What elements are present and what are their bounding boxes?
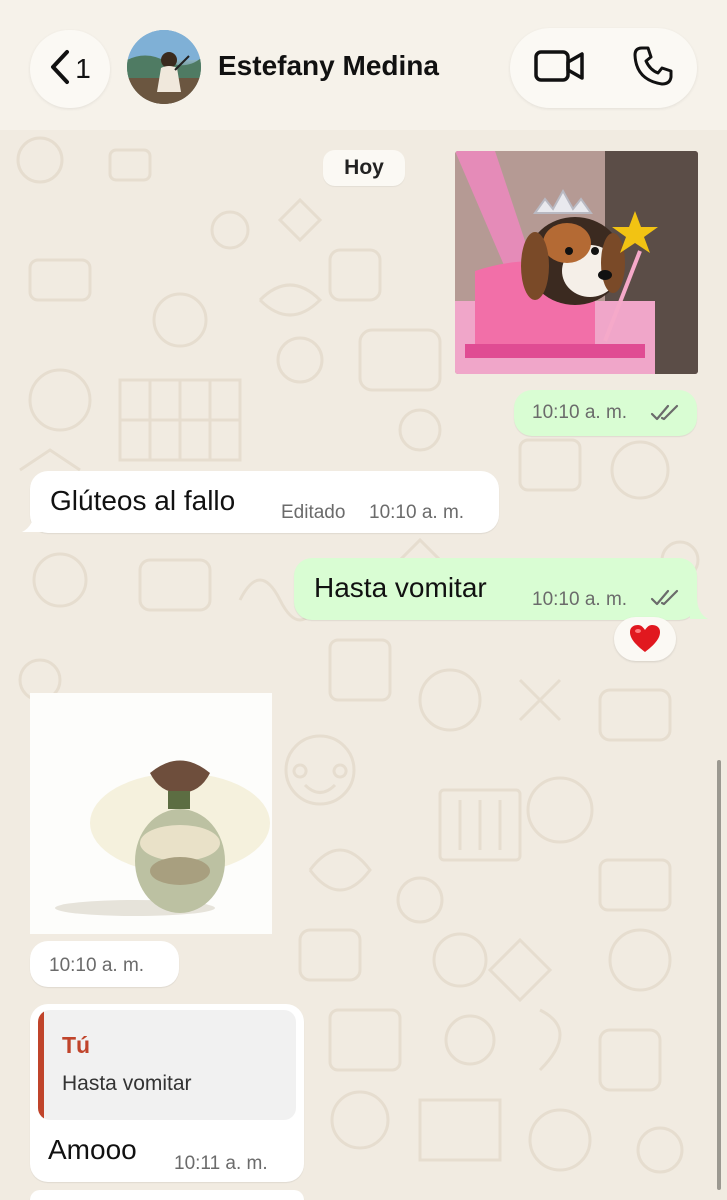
- outgoing-message-bubble[interactable]: Hasta vomitar 10:10 a. m.: [294, 558, 697, 620]
- message-text: Hasta vomitar: [314, 572, 487, 603]
- date-separator: Hoy: [323, 150, 405, 186]
- quoted-text: Hasta vomitar: [62, 1072, 192, 1095]
- contact-avatar[interactable]: [127, 30, 201, 104]
- unread-count: 1: [75, 53, 91, 84]
- back-button[interactable]: 1: [30, 30, 110, 108]
- message-time: 10:10 a. m.: [532, 402, 628, 423]
- message-time: 10:10 a. m.: [532, 589, 628, 610]
- edited-label: Editado: [281, 502, 346, 523]
- reaction-badge[interactable]: [614, 617, 676, 661]
- heart-emoji: [630, 625, 660, 652]
- quote-accent-bar: [38, 1010, 44, 1120]
- message-text: Amooo: [48, 1134, 137, 1165]
- voice-call-button[interactable]: [628, 46, 678, 90]
- scrollbar[interactable]: [717, 760, 721, 1190]
- video-camera-icon: [534, 48, 586, 89]
- message-time: 10:10 a. m.: [49, 955, 145, 976]
- quoted-message[interactable]: Tú Hasta vomitar: [38, 1010, 296, 1120]
- chevron-left-icon: [49, 49, 71, 90]
- call-actions: [510, 28, 697, 108]
- phone-icon: [632, 45, 674, 92]
- quoted-author: Tú: [62, 1032, 91, 1058]
- message-text: Glúteos al fallo: [50, 485, 236, 516]
- sticker-image: [30, 693, 272, 934]
- double-check-icon: [650, 589, 680, 612]
- message-time: 10:10 a. m.: [369, 502, 465, 523]
- message-time: 10:11 a. m.: [174, 1153, 268, 1174]
- puppy-image: [455, 151, 698, 374]
- incoming-sticker-message[interactable]: [30, 693, 272, 934]
- contact-name[interactable]: Estefany Medina: [218, 50, 439, 82]
- bubble-tail: [22, 510, 42, 532]
- outgoing-image-message[interactable]: [455, 151, 698, 374]
- next-message-bubble: [30, 1190, 304, 1200]
- bubble-tail: [690, 597, 708, 619]
- chat-header: 1 Estefany Medina: [0, 0, 727, 130]
- incoming-message-bubble[interactable]: Glúteos al fallo Editado 10:10 a. m.: [30, 471, 499, 533]
- outgoing-image-meta: 10:10 a. m.: [514, 390, 697, 436]
- sticker-meta: 10:10 a. m.: [30, 941, 179, 987]
- double-check-icon: [650, 404, 680, 427]
- video-call-button[interactable]: [532, 48, 588, 88]
